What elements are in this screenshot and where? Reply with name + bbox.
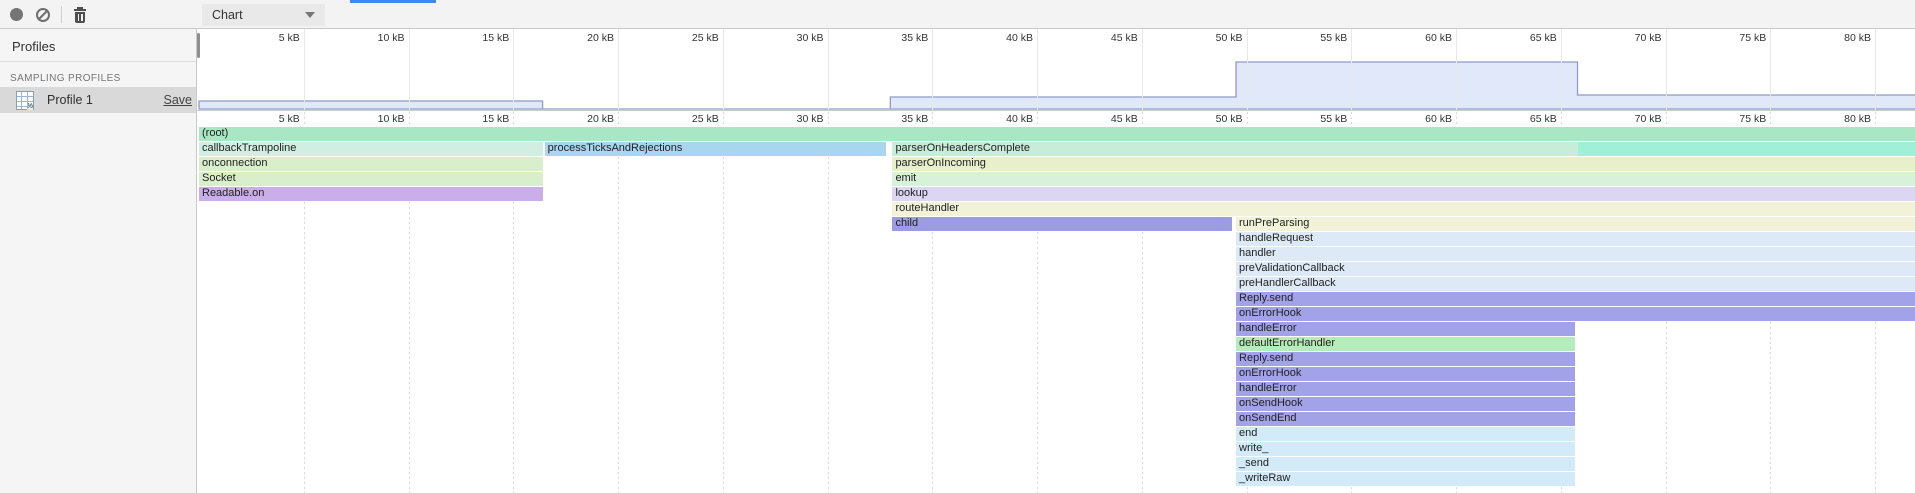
delete-profile-button[interactable] (68, 3, 92, 26)
flame-bar[interactable]: child (892, 217, 1231, 231)
flame-bar[interactable]: _send (1236, 457, 1575, 471)
profiles-sidebar: Profiles SAMPLING PROFILES % Profile 1 S… (0, 29, 197, 493)
sampling-profiles-section-label: SAMPLING PROFILES (10, 73, 121, 84)
view-mode-select[interactable]: Chart (202, 4, 325, 26)
flame-bar[interactable] (1578, 142, 1915, 156)
flame-bar[interactable]: parserOnHeadersComplete (892, 142, 1577, 156)
flame-bar[interactable]: callbackTrampoline (199, 142, 543, 156)
flame-bar[interactable]: Reply.send (1236, 352, 1575, 366)
trash-icon (73, 7, 87, 23)
sidebar-divider (0, 61, 196, 62)
flame-bar[interactable]: lookup (892, 187, 1915, 201)
flame-bar[interactable]: onErrorHook (1236, 367, 1575, 381)
flame-bar[interactable]: _writeRaw (1236, 472, 1575, 486)
heap-profile-icon: % (16, 91, 34, 110)
flame-bar[interactable]: processTicksAndRejections (545, 142, 886, 156)
flame-bar[interactable]: end (1236, 427, 1575, 441)
flame-bar[interactable]: write_ (1236, 442, 1575, 456)
flame-chart: (root)callbackTrampolineprocessTicksAndR… (197, 29, 1915, 493)
flame-bar[interactable]: preHandlerCallback (1236, 277, 1915, 291)
profiler-toolbar: Chart (0, 0, 1915, 29)
block-icon (36, 8, 50, 22)
view-mode-value: Chart (212, 8, 243, 22)
record-button[interactable] (4, 3, 28, 26)
flame-bar[interactable]: handleRequest (1236, 232, 1915, 246)
grid-line (828, 112, 829, 493)
flame-bar[interactable]: Reply.send (1236, 292, 1915, 306)
profiles-heading: Profiles (12, 39, 55, 54)
flame-bar[interactable]: runPreParsing (1236, 217, 1915, 231)
active-tab-indicator (350, 0, 436, 3)
flame-bar[interactable]: Socket (199, 172, 543, 186)
profile-name: Profile 1 (47, 93, 93, 107)
flame-bar[interactable]: onconnection (199, 157, 543, 171)
profile-item[interactable]: % Profile 1 Save (0, 87, 196, 113)
save-link[interactable]: Save (164, 93, 193, 107)
flame-bar[interactable]: routeHandler (892, 202, 1915, 216)
flame-bar[interactable]: onErrorHook (1236, 307, 1915, 321)
flame-bar[interactable]: parserOnIncoming (892, 157, 1915, 171)
flame-bar[interactable]: handler (1236, 247, 1915, 261)
flame-bar[interactable]: handleError (1236, 382, 1575, 396)
flame-bar[interactable]: Readable.on (199, 187, 543, 201)
toolbar-divider (61, 6, 62, 23)
grid-line (723, 112, 724, 493)
flame-bar[interactable]: defaultErrorHandler (1236, 337, 1575, 351)
record-icon (10, 8, 23, 21)
grid-line (618, 112, 619, 493)
flame-bar[interactable]: emit (892, 172, 1915, 186)
flame-bar[interactable]: onSendEnd (1236, 412, 1575, 426)
flame-bar[interactable]: onSendHook (1236, 397, 1575, 411)
flame-chart-pane: 5 kB10 kB15 kB20 kB25 kB30 kB35 kB40 kB4… (197, 29, 1915, 493)
memory-profiler-panel: Chart Profiles SAMPLING PROFILES % Profi… (0, 0, 1915, 493)
flame-bar[interactable]: (root) (199, 127, 1915, 141)
clear-all-profiles-button[interactable] (31, 3, 55, 26)
flame-bar[interactable]: handleError (1236, 322, 1575, 336)
flame-bar[interactable]: preValidationCallback (1236, 262, 1915, 276)
chevron-down-icon (305, 12, 315, 18)
